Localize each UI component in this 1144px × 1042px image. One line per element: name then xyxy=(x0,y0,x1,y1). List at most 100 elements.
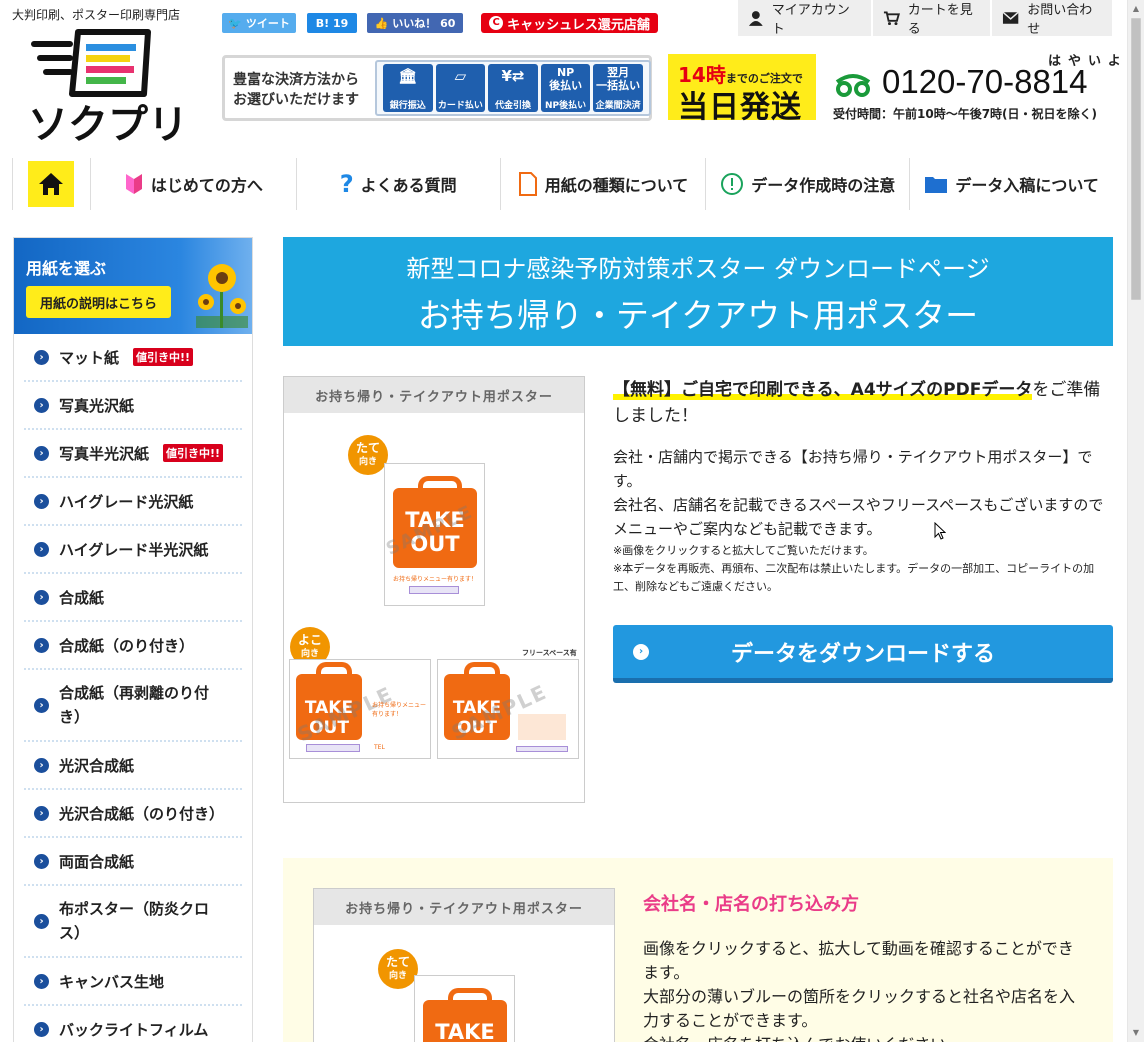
paper-description-button[interactable]: 用紙の説明はこちら xyxy=(26,286,171,318)
thumbs-up-icon: 👍 xyxy=(374,16,389,30)
card-payment-item: ▱ カード払い xyxy=(435,64,486,112)
chevron-right-icon: › xyxy=(34,493,49,509)
exclamation-circle-icon xyxy=(721,173,744,195)
sidebar: 用紙を選ぶ 用紙の説明はこちら › マット紙 値引き中!! › 写真光沢紙 › 写真半光… xyxy=(13,237,253,1042)
section2-text: 画像をクリックすると、拡大して動画を確認することができます。 大部分の薄いブルー… xyxy=(643,939,1076,1042)
nav-beginners[interactable]: はじめての方へ xyxy=(91,158,297,210)
payment-method-list: 🏛 銀行振込 ▱ カード払い ¥⇄ 代金引換 NP 後払い NP後払い 翌月 一括払い 企業間… xyxy=(375,60,651,116)
chevron-right-icon: › xyxy=(34,1021,49,1037)
chevron-right-icon: › xyxy=(34,913,49,929)
lead-text: 【無料】ご自宅で印刷できる、A4サイズのPDFデータをご準備しました！ xyxy=(613,380,1101,426)
chevron-right-icon: › xyxy=(633,644,649,660)
same-day-shipping-badge: 14時までのご注文で 当日発送 xyxy=(668,54,816,125)
portrait-badge: たて 向き xyxy=(378,949,418,989)
contact-link[interactable]: お問い合わせ xyxy=(992,0,1113,37)
np-icon: NP 後払い xyxy=(549,66,583,92)
sidebar-item-gloss-synthetic[interactable]: › 光沢合成紙 xyxy=(24,742,242,790)
sidebar-item-photo-semigloss[interactable]: › 写真半光沢紙 値引き中!! xyxy=(24,430,242,478)
cod-item: ¥⇄ 代金引換 xyxy=(488,64,538,112)
my-account-link[interactable]: マイアカウント xyxy=(738,0,872,37)
chevron-right-icon: › xyxy=(34,397,49,413)
sidebar-item-double-sided[interactable]: › 両面合成紙 xyxy=(24,838,242,886)
nav-data-upload[interactable]: データ入稿について xyxy=(910,158,1113,210)
main-navigation: はじめての方へ ? よくある質問 用紙の種類について データ作成時の注意 データ… xyxy=(12,158,1113,210)
takeout-bag-portrait: TAKE xyxy=(423,988,507,1042)
folder-icon xyxy=(925,177,948,193)
scroll-down-arrow-icon[interactable]: ▼ xyxy=(1128,1025,1144,1041)
phone-number[interactable]: 0120-70-8814 xyxy=(882,63,1088,101)
view-cart-link[interactable]: カートを見る xyxy=(873,0,991,37)
nav-faq[interactable]: ? よくある質問 xyxy=(297,158,501,210)
site-tagline: 大判印刷、ポスター印刷専門店 xyxy=(12,8,181,22)
sidebar-item-highgrade-gloss[interactable]: › ハイグレード光沢紙 xyxy=(24,478,242,526)
chevron-right-icon: › xyxy=(34,637,49,653)
section2-title: 会社名・店名の打ち込み方 xyxy=(643,894,859,915)
poster-preview-image[interactable]: お持ち帰り・テイクアウト用ポスター たて 向き TAKE OUT SAMPLE お持… xyxy=(283,376,585,803)
cod-icon: ¥⇄ xyxy=(501,67,525,85)
chevron-right-icon: › xyxy=(34,853,49,869)
logo-text: ソクプリ xyxy=(28,102,188,146)
preview-title: お持ち帰り・テイクアウト用ポスター xyxy=(284,377,584,413)
download-data-button[interactable]: › データをダウンロードする xyxy=(613,625,1113,683)
sidebar-item-backlight-film[interactable]: › バックライトフィルム xyxy=(24,1006,242,1042)
sidebar-item-matte[interactable]: › マット紙 値引き中!! xyxy=(24,334,242,382)
page-banner: 新型コロナ感染予防対策ポスター ダウンロードページ お持ち帰り・テイクアウト用ポ… xyxy=(283,237,1113,346)
bank-transfer-item: 🏛 銀行振込 xyxy=(383,64,433,112)
sidebar-item-photo-gloss[interactable]: › 写真光沢紙 xyxy=(24,382,242,430)
chevron-right-icon: › xyxy=(34,589,49,605)
np-deferred-item: NP 後払い NP後払い xyxy=(540,64,591,112)
landscape-free-space-poster: TAKE OUT SAMPLE xyxy=(437,659,579,759)
scrollbar-thumb[interactable] xyxy=(1131,18,1141,300)
monthly-icon: 翌月 一括払い xyxy=(596,66,641,92)
cart-icon xyxy=(883,11,900,26)
nav-paper-types[interactable]: 用紙の種類について xyxy=(501,158,707,210)
cashless-logo-icon: C xyxy=(489,16,504,30)
paper-list: › マット紙 値引き中!! › 写真光沢紙 › 写真半光沢紙 値引き中!! › ハイグレード… xyxy=(14,334,252,1042)
page-title: お持ち帰り・テイクアウト用ポスター xyxy=(417,296,979,335)
sidebar-title: 用紙を選ぶ xyxy=(26,259,107,278)
mail-icon xyxy=(1002,11,1019,24)
document-icon xyxy=(518,172,537,196)
sidebar-item-synthetic[interactable]: › 合成紙 xyxy=(24,574,242,622)
sidebar-item-synthetic-adhesive[interactable]: › 合成紙（のり付き） xyxy=(24,622,242,670)
hatena-bookmark-button[interactable]: B! 19 xyxy=(307,13,357,33)
free-space-label: フリースペース有 xyxy=(522,649,577,657)
site-logo[interactable]: ソクプリ xyxy=(26,24,192,148)
sunflower-image xyxy=(196,264,248,328)
chevron-right-icon: › xyxy=(34,973,49,989)
payment-methods-box: 豊富な決済方法から お選びいただけます 🏛 銀行振込 ▱ カード払い ¥⇄ 代金引換 … xyxy=(222,55,652,121)
description-text: 会社・店舗内で掲示できる【お持ち帰り・テイクアウト用ポスター】です。 会社名、店… xyxy=(613,448,1104,538)
freedial-icon xyxy=(835,74,871,97)
landscape-poster: TAKE OUT SAMPLE お持ち帰りメニュー有ります！ TEL xyxy=(289,659,431,759)
chevron-right-icon: › xyxy=(34,349,49,365)
chevron-right-icon: › xyxy=(34,541,49,557)
sidebar-item-canvas[interactable]: › キャンバス生地 xyxy=(24,958,242,1006)
twitter-bird-icon: 🐦 xyxy=(228,16,242,30)
input-howto-preview-image[interactable]: お持ち帰り・テイクアウト用ポスター たて 向き TAKE xyxy=(313,888,615,1042)
chevron-right-icon: › xyxy=(34,805,49,821)
sidebar-item-gloss-synthetic-adhesive[interactable]: › 光沢合成紙（のり付き） xyxy=(24,790,242,838)
business-hours: 受付時間：午前10時〜午後7時(日・祝日を除く) xyxy=(833,107,1098,121)
bank-icon: 🏛 xyxy=(398,67,418,85)
preview-title: お持ち帰り・テイクアウト用ポスター xyxy=(314,889,614,925)
facebook-like-button[interactable]: 👍 いいね！ 60 xyxy=(367,13,463,33)
chevron-right-icon: › xyxy=(34,445,49,461)
b2b-payment-item: 翌月 一括払い 企業間決済 xyxy=(593,64,643,112)
card-icon: ▱ xyxy=(454,67,467,85)
portrait-poster: TAKE OUT SAMPLE お持ち帰りメニュー有ります！ xyxy=(383,463,485,606)
sidebar-header: 用紙を選ぶ 用紙の説明はこちら xyxy=(14,238,252,334)
sidebar-item-synthetic-removable[interactable]: › 合成紙（再剥離のり付き） xyxy=(24,670,242,742)
tweet-button[interactable]: 🐦 ツイート xyxy=(222,13,296,33)
vertical-scrollbar[interactable]: ▲ ▼ xyxy=(1127,0,1144,1042)
portrait-badge: たて 向き xyxy=(348,435,388,475)
sale-badge: 値引き中!! xyxy=(163,444,224,462)
question-icon: ? xyxy=(339,170,354,198)
nav-home[interactable] xyxy=(13,158,91,210)
beginner-mark-icon xyxy=(125,174,142,194)
nav-data-notes[interactable]: データ作成時の注意 xyxy=(706,158,911,210)
sidebar-item-highgrade-semigloss[interactable]: › ハイグレード半光沢紙 xyxy=(24,526,242,574)
sidebar-item-cloth-poster[interactable]: › 布ポスター（防炎クロス） xyxy=(24,886,242,958)
home-icon xyxy=(39,173,64,195)
cashless-badge[interactable]: C キャッシュレス還元店舗 xyxy=(481,13,658,33)
scroll-up-arrow-icon[interactable]: ▲ xyxy=(1128,1,1144,17)
